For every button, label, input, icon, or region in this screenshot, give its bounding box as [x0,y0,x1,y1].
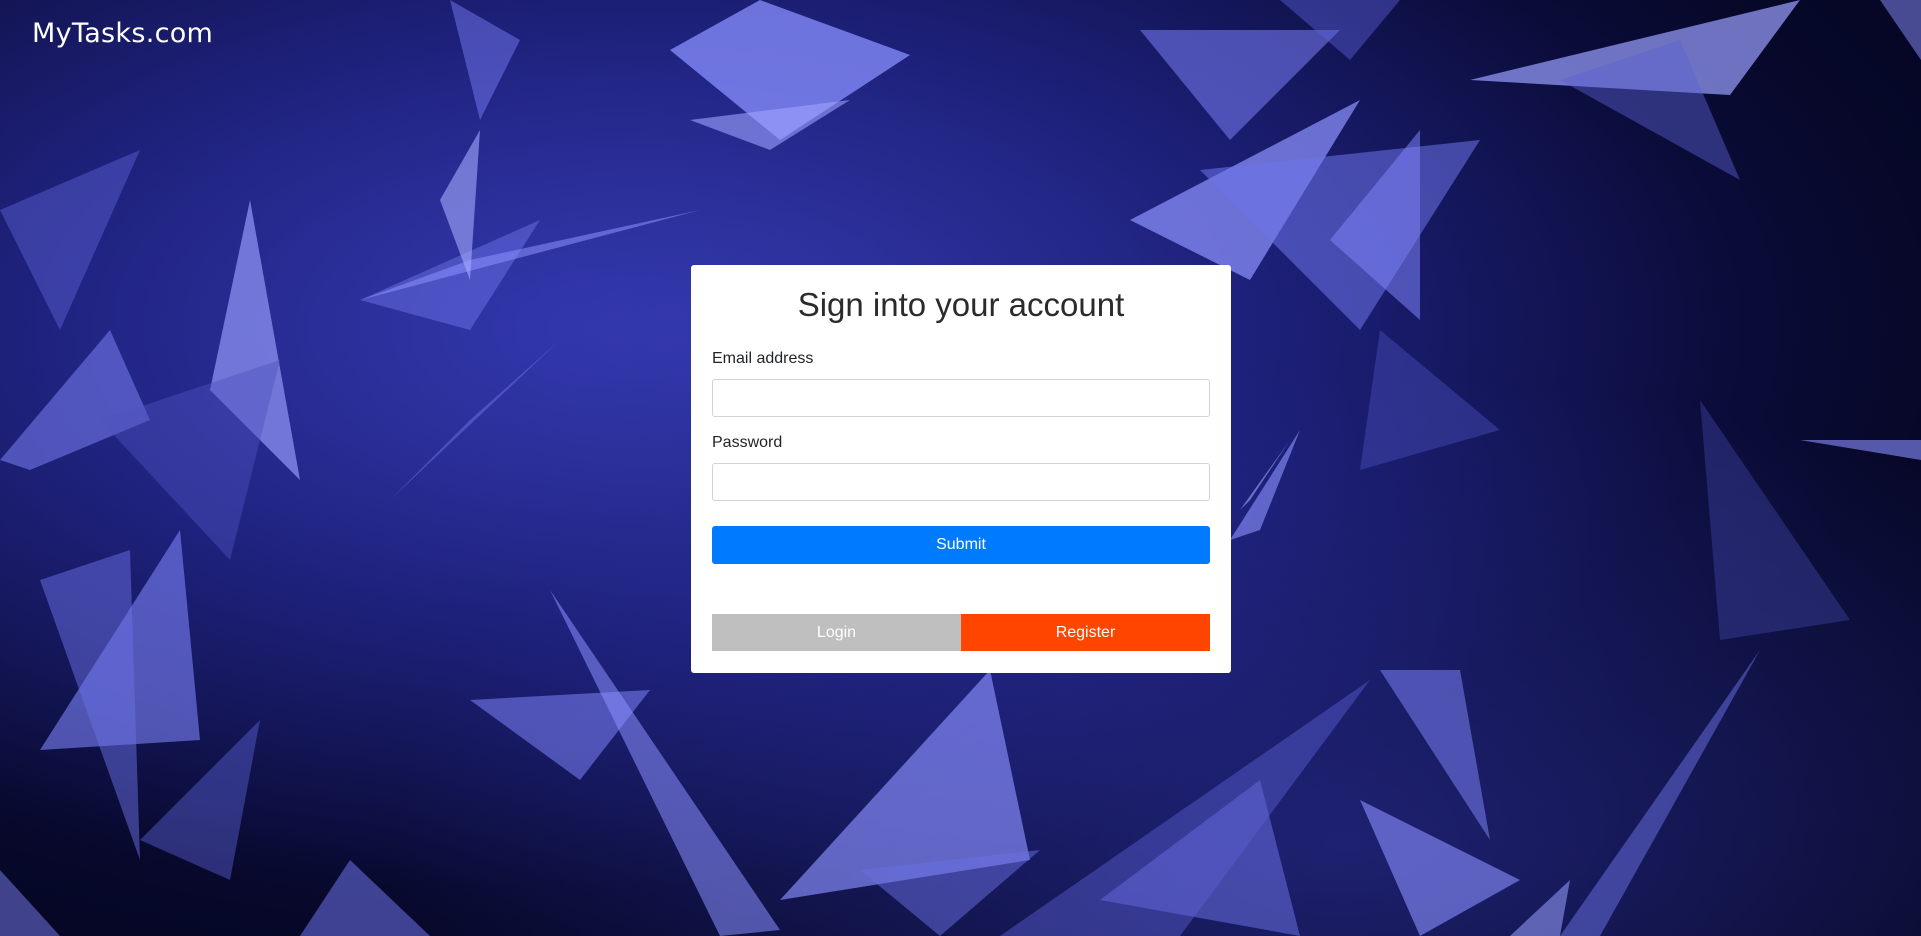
page-title: Sign into your account [797,286,1125,323]
site-logo[interactable]: MyTasks.com [32,18,213,49]
email-label: Email address [712,350,814,367]
auth-mode-toggle: Login Register [712,614,1210,651]
password-label: Password [712,434,783,451]
login-tab-button[interactable]: Login [712,614,961,651]
page: MyTasks.com Sign into your account Email… [0,0,1921,936]
email-field[interactable] [712,379,1210,417]
login-card: Sign into your account Email address Pas… [691,265,1231,673]
register-tab-button[interactable]: Register [961,614,1210,651]
submit-button[interactable]: Submit [712,526,1210,564]
password-field[interactable] [712,463,1210,501]
